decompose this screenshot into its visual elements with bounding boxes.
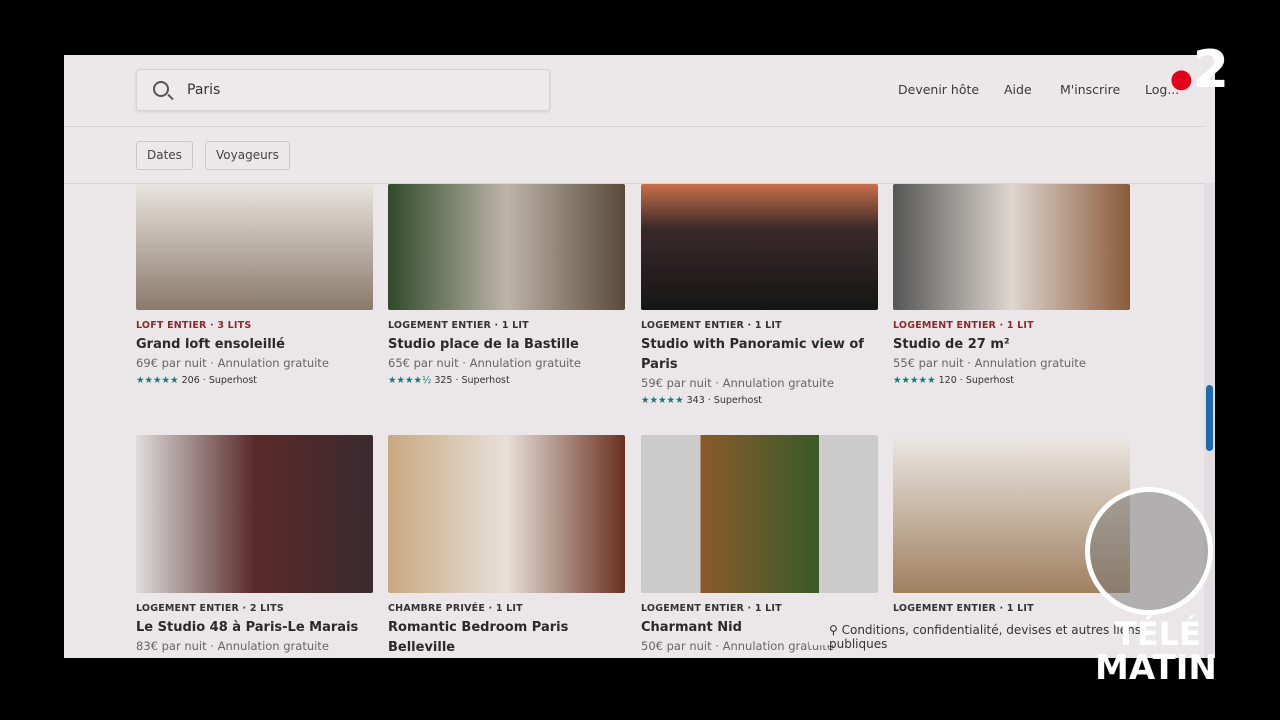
star-rating-icon: ★★★★★ (136, 375, 179, 386)
listing-price: 65€ par nuit · Annulation gratuite (388, 356, 581, 370)
header: Devenir hôte Aide M'inscrire Log... (64, 55, 1204, 127)
listing-card[interactable]: LOGEMENT ENTIER · 2 LITS Le Studio 48 à … (136, 435, 373, 653)
review-count: 206 · Superhost (181, 375, 257, 386)
listing-card[interactable]: LOGEMENT ENTIER · 1 LIT Studio de 27 m² … (893, 184, 1130, 386)
listing-rating: ★★★★★ 206 · Superhost (136, 375, 373, 386)
listing-type: LOGEMENT ENTIER · 1 LIT (641, 320, 782, 331)
listing-card[interactable]: LOGEMENT ENTIER · 1 LIT Studio place de … (388, 184, 625, 386)
search-icon (153, 81, 169, 97)
clock-icon (1085, 487, 1213, 615)
scrollbar-thumb[interactable] (1206, 385, 1213, 451)
search-box[interactable] (136, 69, 550, 111)
listing-title[interactable]: Studio with Panoramic view of Paris (641, 335, 878, 375)
listing-type: CHAMBRE PRIVÉE · 1 LIT (388, 603, 523, 614)
globe-icon: ⚲ (829, 623, 842, 637)
star-rating-icon: ★★★★★ (893, 375, 936, 386)
listing-card[interactable]: LOGEMENT ENTIER · 1 LIT Studio with Pano… (641, 184, 878, 406)
listing-price: 55€ par nuit · Annulation gratuite (893, 356, 1086, 370)
listing-price: 83€ par nuit · Annulation gratuite (136, 639, 329, 653)
listing-type: LOGEMENT ENTIER · 1 LIT (641, 603, 782, 614)
filter-bar: Dates Voyageurs (64, 127, 1204, 184)
listing-title[interactable]: Le Studio 48 à Paris-Le Marais (136, 618, 373, 638)
listing-title[interactable]: Studio place de la Bastille (388, 335, 625, 355)
listing-type: LOGEMENT ENTIER · 1 LIT (388, 320, 529, 331)
listing-price: 59€ par nuit · Annulation gratuite (641, 376, 834, 390)
dates-filter-button[interactable]: Dates (136, 141, 193, 170)
scrollbar[interactable] (1204, 183, 1215, 658)
listing-photo[interactable] (136, 435, 373, 593)
listing-photo[interactable] (388, 435, 625, 593)
listing-card[interactable]: CHAMBRE PRIVÉE · 1 LIT Romantic Bedroom … (388, 435, 625, 658)
listing-photo[interactable] (641, 184, 878, 310)
listing-photo[interactable] (893, 184, 1130, 310)
listing-photo[interactable] (388, 184, 625, 310)
review-count: 120 · Superhost (938, 375, 1014, 386)
listing-rating: ★★★★½ 325 · Superhost (388, 375, 625, 386)
listing-photo[interactable] (641, 435, 878, 593)
nav-signup[interactable]: M'inscrire (1060, 82, 1120, 97)
guests-filter-button[interactable]: Voyageurs (205, 141, 290, 170)
listing-title[interactable]: Studio de 27 m² (893, 335, 1130, 355)
listing-type: LOGEMENT ENTIER · 1 LIT (893, 603, 1034, 614)
listing-type: LOFT ENTIER · 3 LITS (136, 320, 252, 331)
star-rating-icon: ★★★★★ (641, 395, 684, 406)
star-rating-icon: ★★★★½ (388, 375, 432, 386)
listing-title[interactable]: Romantic Bedroom Paris Belleville (388, 618, 625, 658)
listing-card[interactable]: LOFT ENTIER · 3 LITS Grand loft ensoleil… (136, 184, 373, 386)
browser-page: Devenir hôte Aide M'inscrire Log... Date… (64, 55, 1215, 658)
nav-become-host[interactable]: Devenir hôte (898, 82, 979, 97)
show-logo-line2: MATIN (1095, 648, 1217, 688)
listing-title[interactable]: Grand loft ensoleillé (136, 335, 373, 355)
nav-help[interactable]: Aide (1004, 82, 1032, 97)
channel-logo: ●2 (1170, 40, 1229, 100)
listing-photo[interactable] (136, 184, 373, 310)
listing-rating: ★★★★★ 343 · Superhost (641, 395, 878, 406)
listing-type: LOGEMENT ENTIER · 2 LITS (136, 603, 284, 614)
review-count: 325 · Superhost (434, 375, 510, 386)
review-count: 343 · Superhost (686, 395, 762, 406)
listing-rating: ★★★★★ 120 · Superhost (893, 375, 1130, 386)
listing-type: LOGEMENT ENTIER · 1 LIT (893, 320, 1034, 331)
search-input[interactable] (187, 78, 487, 102)
listing-price: 69€ par nuit · Annulation gratuite (136, 356, 329, 370)
